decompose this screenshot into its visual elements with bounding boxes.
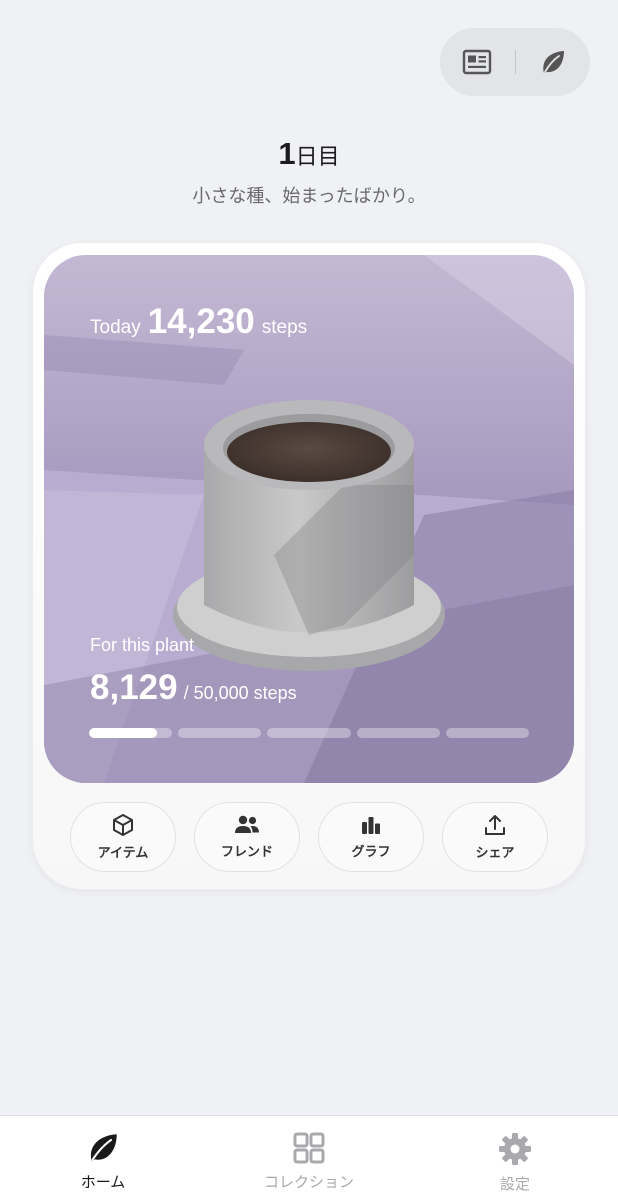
plant-steps-value: 8,129	[90, 668, 178, 707]
graph-button-label: グラフ	[351, 845, 391, 860]
day-number: 1	[278, 136, 296, 171]
progress-segment	[178, 728, 262, 738]
leaf-button[interactable]	[536, 45, 570, 79]
share-button-label: シェア	[475, 846, 515, 861]
cube-icon	[113, 814, 133, 836]
leaf-icon	[543, 51, 564, 73]
friends-button-label: フレンド	[220, 845, 273, 860]
nav-home-label: ホーム	[80, 1173, 126, 1191]
bottom-nav: ホーム コレクション 設定	[0, 1115, 618, 1200]
plant-steps-goal: / 50,000 steps	[183, 683, 297, 703]
share-icon	[485, 815, 505, 835]
nav-settings[interactable]: 設定	[440, 1116, 590, 1194]
people-icon	[235, 815, 259, 833]
items-button-label: アイテム	[97, 846, 149, 861]
nav-home[interactable]: ホーム	[28, 1116, 178, 1192]
plant-steps: 8,129 / 50,000 steps	[90, 668, 297, 708]
graph-button[interactable]: グラフ	[318, 802, 424, 872]
news-button[interactable]	[460, 45, 494, 79]
gear-icon	[499, 1133, 531, 1165]
leaf-icon	[90, 1134, 117, 1161]
today-steps-value: 14,230	[147, 302, 255, 341]
day-title: 1日目	[0, 136, 618, 172]
progress-segment	[267, 728, 351, 738]
card-actions: アイテム フレンド グラフ シェア	[70, 802, 548, 872]
nav-settings-label: 設定	[499, 1175, 530, 1193]
today-steps-unit: steps	[261, 317, 308, 338]
progress-segment	[89, 728, 173, 738]
plant-label: For this plant	[90, 635, 195, 655]
today-label: Today	[90, 317, 141, 338]
day-suffix: 日目	[295, 144, 340, 169]
progress-segment	[356, 728, 440, 738]
bar-chart-icon	[362, 817, 380, 834]
today-steps: Today 14,230 steps	[90, 302, 307, 342]
pill-divider	[514, 50, 516, 74]
nav-collection-label: コレクション	[263, 1173, 354, 1191]
plant-progress-bar	[89, 728, 530, 740]
share-button[interactable]: シェア	[442, 802, 548, 872]
nav-collection[interactable]: コレクション	[234, 1116, 384, 1192]
items-button[interactable]: アイテム	[70, 802, 176, 872]
grid-icon	[293, 1132, 325, 1164]
stage-subtitle: 小さな種、始まったばかり。	[192, 186, 426, 207]
news-icon	[462, 49, 492, 75]
progress-segment	[445, 728, 530, 738]
top-actions-pill	[440, 28, 590, 96]
friends-button[interactable]: フレンド	[194, 802, 300, 872]
progress-segment-fill	[89, 728, 157, 738]
